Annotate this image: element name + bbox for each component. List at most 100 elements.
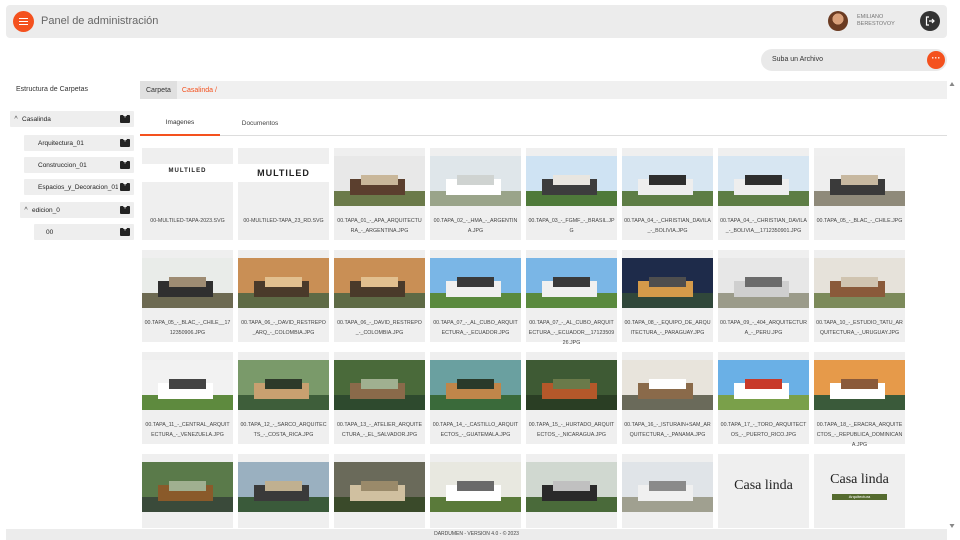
file-card[interactable]: [622, 454, 713, 528]
file-card[interactable]: 00.TAPA_07_-_AL_CUBO_ARQUITECTURA_-_ECUA…: [430, 250, 521, 342]
avatar[interactable]: [828, 11, 848, 31]
image-thumbnail: [526, 258, 617, 308]
image-thumbnail: [334, 360, 425, 410]
upload-bar[interactable]: Suba un Archivo ···: [761, 49, 947, 71]
file-card[interactable]: Casa linda: [718, 454, 809, 528]
casalinda-logo: Casa linda: [830, 472, 889, 487]
file-card[interactable]: 00.TAPA_05_-_BLAC_-_CHILE.JPG: [814, 148, 905, 240]
add-folder-icon[interactable]: [120, 204, 130, 214]
add-folder-icon[interactable]: [120, 137, 130, 147]
breadcrumb: Carpeta Casalinda /: [140, 81, 947, 99]
page-title: Panel de administración: [41, 15, 159, 27]
file-name: 00.TAPA_07_-_AL_CUBO_ARQUITECTURA_-_ECUA…: [433, 320, 518, 336]
file-name: 00.TAPA_05_-_BLAC_-_CHILE__1712350906.JP…: [144, 320, 231, 336]
file-card[interactable]: 00.TAPA_10_-_ESTUDIO_TATU_ARQUITECTURA_-…: [814, 250, 905, 342]
file-card[interactable]: 00.TAPA_12_-_SARCO_ARQUITECTS_-_COSTA_RI…: [238, 352, 329, 444]
file-card[interactable]: 00.TAPA_16_-_ISTURAIN+SAM_ARQUITECTURA_-…: [622, 352, 713, 444]
add-folder-icon[interactable]: [120, 113, 130, 123]
file-card[interactable]: 00.TAPA_18_-_ERACRA_ARQUITECTOS_-_REPUBL…: [814, 352, 905, 448]
file-name: 00.TAPA_04_-_CHRISTIAN_DAVILA_-_BOLIVIA_…: [720, 218, 807, 234]
file-name: 00.TAPA_02_-_HMA_-_ARGENTINA.JPG: [433, 218, 518, 234]
folder-item-edicion[interactable]: ^ edicion_0: [20, 202, 134, 218]
file-card[interactable]: 00.TAPA_14_-_CASTILLO_ARQUITECTOS_-_GUAT…: [430, 352, 521, 444]
file-card[interactable]: Casa linda Arquitectura: [814, 454, 905, 528]
upload-label: Suba un Archivo: [772, 56, 823, 63]
content-tabs: Imagenes Documentos: [140, 110, 947, 136]
image-grid: MULTILED 00-MULTILED-TAPA-2023.SVG MULTILE…: [142, 148, 910, 528]
file-card[interactable]: MULTILED 00-MULTILED-TAPA-2023.SVG: [142, 148, 233, 240]
file-card[interactable]: 00.TAPA_01_-_APA_ARQUITECTURA_-_ARGENTIN…: [334, 148, 425, 240]
breadcrumb-path[interactable]: Casalinda /: [182, 87, 217, 94]
file-card[interactable]: [334, 454, 425, 528]
file-name: 00.TAPA_14_-_CASTILLO_ARQUITECTOS_-_GUAT…: [432, 422, 519, 438]
logout-icon: [925, 16, 935, 26]
file-card[interactable]: 00.TAPA_08_-_EQUIPO_DE_ARQUITECTURA_-_PA…: [622, 250, 713, 342]
file-card[interactable]: 00.TAPA_06_-_DAVID_RESTREPO_-_COLOMBIA.J…: [334, 250, 425, 342]
menu-button[interactable]: [13, 11, 34, 32]
scrollbar[interactable]: [949, 81, 955, 529]
folder-item-espacios[interactable]: Espacios_y_Decoracion_01: [24, 179, 134, 195]
folder-item-arquitectura[interactable]: Arquitectura_01: [24, 135, 134, 151]
file-card[interactable]: 00.TAPA_09_-_404_ARQUITECTURA_-_PERU.JPG: [718, 250, 809, 342]
image-thumbnail: [238, 258, 329, 308]
folder-item-00[interactable]: 00: [34, 224, 134, 240]
file-card[interactable]: 00.TAPA_07_-_AL_CUBO_ARQUITECTURA_-_ECUA…: [526, 250, 617, 346]
file-card[interactable]: 00.TAPA_04_-_CHRISTIAN_DAVILA_-_BOLIVIA.…: [622, 148, 713, 240]
file-name: 00.TAPA_07_-_AL_CUBO_ARQUITECTURA_-_ECUA…: [528, 320, 615, 346]
file-card[interactable]: MULTILED 00-MULTILED-TAPA_23_RD.SVG: [238, 148, 329, 240]
file-card[interactable]: 00.TAPA_11_-_CENTRAL_ARQUITECTURA_-_VENE…: [142, 352, 233, 444]
file-card[interactable]: [142, 454, 233, 528]
file-name: 00.TAPA_18_-_ERACRA_ARQUITECTOS_-_REPUBL…: [816, 422, 903, 448]
breadcrumb-root[interactable]: Carpeta: [140, 81, 177, 99]
file-name: 00-MULTILED-TAPA_23_RD.SVG: [243, 218, 324, 224]
image-thumbnail: [142, 462, 233, 512]
file-card[interactable]: 00.TAPA_04_-_CHRISTIAN_DAVILA_-_BOLIVIA_…: [718, 148, 809, 240]
file-card[interactable]: [238, 454, 329, 528]
file-name: 00.TAPA_05_-_BLAC_-_CHILE.JPG: [816, 218, 903, 224]
folder-tree-title: Estructura de Carpetas: [16, 86, 88, 93]
image-thumbnail: [814, 156, 905, 206]
add-folder-icon[interactable]: [120, 159, 130, 169]
folder-item-casalinda[interactable]: ^ Casalinda: [10, 111, 134, 127]
image-thumbnail: [334, 156, 425, 206]
chevron-up-icon[interactable]: ^: [10, 116, 22, 123]
file-card[interactable]: [430, 454, 521, 528]
logout-button[interactable]: [920, 11, 940, 31]
file-card[interactable]: 00.TAPA_03_-_FGMF_-_BRASIL.JPG: [526, 148, 617, 240]
file-card[interactable]: 00.TAPA_15_-_HURTADO_ARQUITECTOS_-_NICAR…: [526, 352, 617, 444]
file-card[interactable]: 00.TAPA_06_-_DAVID_RESTREPO_ARQ_-_COLOMB…: [238, 250, 329, 342]
add-folder-icon[interactable]: [120, 226, 130, 236]
file-card[interactable]: [526, 454, 617, 528]
file-name: 00.TAPA_17_-_TORO_ARQUITECTOS_-_PUERTO_R…: [720, 422, 807, 438]
file-name: 00.TAPA_06_-_DAVID_RESTREPO_-_COLOMBIA.J…: [337, 320, 422, 336]
chevron-up-icon[interactable]: ^: [20, 207, 32, 214]
user-name: EMILIANO BERESTOVOY: [857, 14, 895, 27]
tab-imagenes[interactable]: Imagenes: [140, 110, 220, 136]
file-card[interactable]: 00.TAPA_05_-_BLAC_-_CHILE__1712350906.JP…: [142, 250, 233, 342]
file-name: 00.TAPA_15_-_HURTADO_ARQUITECTOS_-_NICAR…: [528, 422, 615, 438]
folder-item-construccion[interactable]: Construccion_01: [24, 157, 134, 173]
file-card[interactable]: 00.TAPA_17_-_TORO_ARQUITECTOS_-_PUERTO_R…: [718, 352, 809, 444]
image-thumbnail: [622, 156, 713, 206]
tab-documentos[interactable]: Documentos: [220, 110, 300, 136]
file-name: 00.TAPA_08_-_EQUIPO_DE_ARQUITECTURA_-_PA…: [624, 320, 711, 336]
logo-text: MULTILED: [168, 168, 207, 174]
logo-text: MULTILED: [257, 168, 310, 178]
image-thumbnail: [526, 156, 617, 206]
image-thumbnail: [718, 360, 809, 410]
add-folder-icon[interactable]: [120, 181, 130, 191]
file-name: 00.TAPA_04_-_CHRISTIAN_DAVILA_-_BOLIVIA.…: [624, 218, 711, 234]
hamburger-icon: [19, 20, 28, 23]
casalinda-subtitle: Arquitectura: [832, 494, 887, 500]
file-name: 00.TAPA_03_-_FGMF_-_BRASIL.JPG: [528, 218, 615, 234]
image-thumbnail: [238, 462, 329, 512]
folder-label: Espacios_y_Decoracion_01: [38, 183, 118, 191]
image-thumbnail: [718, 258, 809, 308]
image-thumbnail: [142, 360, 233, 410]
upload-options-button[interactable]: ···: [927, 51, 945, 69]
file-card[interactable]: 00.TAPA_02_-_HMA_-_ARGENTINA.JPG: [430, 148, 521, 240]
file-card[interactable]: 00.TAPA_13_-_ATELIER_ARQUITECTURA_-_EL_S…: [334, 352, 425, 444]
image-thumbnail: [430, 156, 521, 206]
file-name: 00.TAPA_16_-_ISTURAIN+SAM_ARQUITECTURA_-…: [624, 422, 711, 438]
file-name: 00.TAPA_11_-_CENTRAL_ARQUITECTURA_-_VENE…: [145, 422, 230, 438]
